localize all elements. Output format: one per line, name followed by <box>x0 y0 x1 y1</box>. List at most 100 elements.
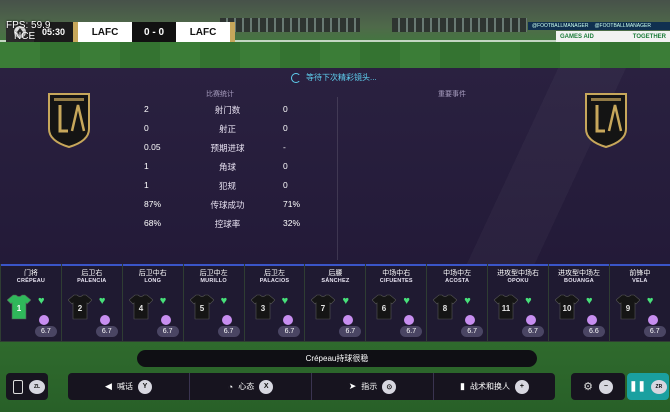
stat-row: 0.05 预期进球 - <box>140 142 320 154</box>
stat-label: 控球率 <box>214 219 241 229</box>
player-card[interactable]: 后腰 SÁNCHEZ 7 ♥ 6.7 <box>305 264 366 341</box>
stats-panel <box>0 68 670 264</box>
stat-away: 32% <box>283 218 301 228</box>
morale-icon <box>343 315 354 325</box>
player-position: 后卫右 <box>81 270 103 277</box>
shirt-icon: 8 <box>433 294 458 320</box>
player-card[interactable]: 前锋中 VELA 9 ♥ 6.7 <box>609 264 670 341</box>
stat-label: 角球 <box>218 162 236 172</box>
stat-away: 0 <box>283 104 288 114</box>
instructions-button[interactable]: ➤ 指示 ⊙ <box>312 373 434 400</box>
player-card[interactable]: 中场中左 ACOSTA 8 ♥ 6.7 <box>427 264 488 341</box>
player-card[interactable]: 后卫右 PALENCIA 2 ♥ 6.7 <box>61 264 122 341</box>
shirt-icon: 4 <box>128 294 153 320</box>
morale-icon <box>282 315 293 325</box>
player-card[interactable]: 后卫左 PALACIOS 3 ♥ 6.7 <box>244 264 305 341</box>
stat-row: 1 角球 0 <box>140 161 320 173</box>
morale-icon <box>587 315 598 325</box>
player-position: 中场中左 <box>443 270 472 277</box>
player-position: 后卫中左 <box>199 270 228 277</box>
condition-heart-icon: ♥ <box>525 295 532 307</box>
player-name: CIFUENTES <box>379 278 413 284</box>
stats-title: 比赛统计 <box>206 91 234 98</box>
morale-icon <box>647 315 658 325</box>
pause-icon: ❚❚ <box>629 381 646 392</box>
stat-home: 1 <box>144 161 149 171</box>
ad-social-1: @FOOTBALLMANAGER <box>532 23 589 29</box>
condition-heart-icon: ♥ <box>159 295 167 307</box>
shirt-number: 4 <box>139 304 144 313</box>
player-card[interactable]: 后卫中右 LONG 4 ♥ 6.7 <box>122 264 183 341</box>
morale-icon <box>526 315 537 325</box>
events-title: 重要事件 <box>438 91 466 98</box>
condition-heart-icon: ♥ <box>403 295 410 307</box>
player-position: 进攻型中场右 <box>497 270 540 277</box>
settings-button[interactable]: ⚙ − <box>571 373 625 400</box>
stat-home: 0.05 <box>144 142 161 152</box>
stat-label: 射正 <box>218 124 236 134</box>
shirt-number: 2 <box>78 304 83 313</box>
player-card[interactable]: 后卫中左 MURILLO 5 ♥ 6.7 <box>183 264 244 341</box>
ad-games-aid: GAMES AID <box>560 33 594 40</box>
morale-icon <box>404 315 415 325</box>
morale-icon <box>160 315 171 325</box>
megaphone-icon: ◀ <box>105 381 112 391</box>
ad-social-2: @FOOTBALLMANAGER <box>594 23 651 29</box>
tactics-icon: ▮ <box>460 381 465 391</box>
condition-heart-icon: ♥ <box>646 295 654 307</box>
condition-heart-icon: ♥ <box>220 295 228 307</box>
player-rating: 6.7 <box>34 326 57 337</box>
shirt-number: 3 <box>260 304 265 313</box>
status-indicator: 等待下次精彩镜头... <box>291 72 377 83</box>
player-position: 中场中右 <box>382 270 411 277</box>
player-name: OPOKU <box>507 278 529 284</box>
player-card[interactable]: 中场中右 CIFUENTES 6 ♥ 6.7 <box>366 264 427 341</box>
score: 0 - 0 <box>132 22 177 42</box>
condition-heart-icon: ♥ <box>98 295 106 307</box>
stat-away: 0 <box>283 180 288 190</box>
condition-heart-icon: ♥ <box>38 295 45 307</box>
lineup-strip: 门将 CRÉPEAU 1 ♥ 6.7 后卫右 PALENCIA 2 ♥ 6.7 后卫中右 LONG 4 ♥… <box>0 264 670 342</box>
shirt-icon: 6 <box>372 294 397 320</box>
camera-label: NCE <box>14 31 36 42</box>
instructions-icon: ➤ <box>348 381 357 391</box>
player-card[interactable]: 进攻型中场右 OPOKU 11 ♥ 6.7 <box>488 264 549 341</box>
panel-divider <box>337 97 338 260</box>
fps-counter: FPS: 59.9 <box>6 20 51 31</box>
player-rating: 6.7 <box>400 326 423 337</box>
stat-away: 0 <box>283 161 288 171</box>
player-rating: 6.7 <box>643 326 666 337</box>
shirt-number: 8 <box>443 304 448 313</box>
key-y: Y <box>137 379 152 394</box>
shirt-number: 10 <box>563 304 572 313</box>
stat-home: 0 <box>144 123 149 133</box>
commentary-message: Crépeau持球很稳 <box>137 350 537 367</box>
tactics-subs-button[interactable]: ▮ 战术和换人 + <box>434 373 555 400</box>
stat-away: - <box>283 142 286 152</box>
condition-heart-icon: ♥ <box>342 295 349 307</box>
player-name: PALENCIA <box>77 278 107 284</box>
pause-button[interactable]: ❚❚ ZR <box>627 373 669 400</box>
zl-key: ZL <box>29 379 45 394</box>
left-pane-button[interactable]: ZL <box>6 373 48 400</box>
player-card[interactable]: 门将 CRÉPEAU 1 ♥ 6.7 <box>1 264 61 341</box>
player-rating: 6.7 <box>156 326 179 337</box>
shirt-icon: 11 <box>494 294 519 320</box>
stat-away: 0 <box>283 123 288 133</box>
stat-label: 犯规 <box>218 181 236 191</box>
away-crest-icon <box>583 91 629 149</box>
player-position: 后卫中右 <box>138 270 167 277</box>
shirt-icon: 7 <box>311 294 336 320</box>
player-card[interactable]: 进攻型中场左 BOUANGA 10 ♥ 6.6 <box>549 264 609 341</box>
player-rating: 6.6 <box>582 326 605 337</box>
player-rating: 6.7 <box>95 326 118 337</box>
away-team: LAFC <box>176 22 231 42</box>
action-bar: ◀ 喊话 Y ◔ 心态 X ➤ 指示 ⊙ ▮ 战术和换人 + <box>68 373 555 400</box>
player-position: 进攻型中场左 <box>557 270 600 277</box>
player-rating: 6.7 <box>278 326 301 337</box>
stat-row: 87% 传球成功 71% <box>140 199 320 211</box>
shirt-icon: 3 <box>250 294 275 320</box>
mentality-button[interactable]: ◔ 心态 X <box>190 373 312 400</box>
shout-button[interactable]: ◀ 喊话 Y <box>68 373 190 400</box>
player-name: ACOSTA <box>445 278 470 284</box>
